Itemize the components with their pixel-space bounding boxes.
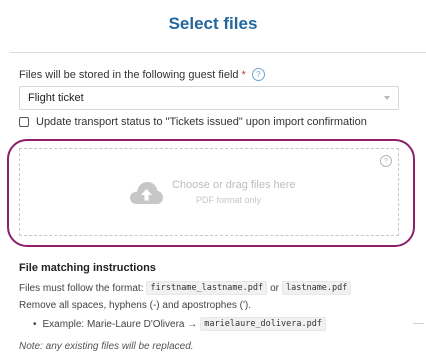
dropzone-main-text: Choose or drag files here — [172, 179, 296, 191]
format-code-lastname: lastname.pdf — [281, 281, 352, 295]
update-transport-status-label: Update transport status to "Tickets issu… — [36, 116, 367, 128]
scroll-indicator — [413, 323, 424, 324]
dialog-title: Select files — [168, 14, 258, 33]
select-files-dialog: Select files Files will be stored in the… — [0, 0, 426, 355]
update-transport-status-checkbox[interactable] — [19, 117, 29, 127]
format-line: Files must follow the format: firstname_… — [19, 281, 354, 295]
example-line: • Example: Marie-Laure D'Olivera → marie… — [19, 317, 329, 331]
example-prefix: Example: Marie-Laure D'Olivera → — [42, 318, 198, 330]
replace-note: Note: any existing files will be replace… — [19, 341, 194, 352]
cloud-upload-icon — [130, 182, 163, 204]
help-icon[interactable]: ? — [251, 68, 265, 81]
format-code-full: firstname_lastname.pdf — [146, 281, 268, 295]
remove-characters-line: Remove all spaces, hyphens (-) and apost… — [19, 300, 252, 311]
update-transport-status-option[interactable]: Update transport status to "Tickets issu… — [19, 116, 367, 128]
example-code: marielaure_dolivera.pdf — [200, 317, 326, 331]
format-or: or — [270, 282, 279, 294]
guest-field-selected-value: Flight ticket — [28, 92, 84, 104]
guest-field-label: Files will be stored in the following gu… — [19, 68, 265, 81]
dropzone-sub-text: PDF format only — [196, 195, 262, 205]
dropzone-help-icon[interactable]: ? — [380, 155, 392, 167]
chevron-down-icon — [384, 96, 390, 100]
file-dropzone[interactable]: ? Choose or drag files here PDF format o… — [19, 148, 399, 236]
guest-field-label-text: Files will be stored in the following gu… — [19, 68, 239, 81]
bullet: • — [33, 318, 37, 330]
required-mark: * — [241, 68, 246, 81]
title-divider — [10, 52, 426, 53]
format-prefix: Files must follow the format: — [19, 282, 144, 294]
guest-field-select[interactable]: Flight ticket — [19, 86, 399, 110]
instructions-title: File matching instructions — [19, 262, 156, 274]
